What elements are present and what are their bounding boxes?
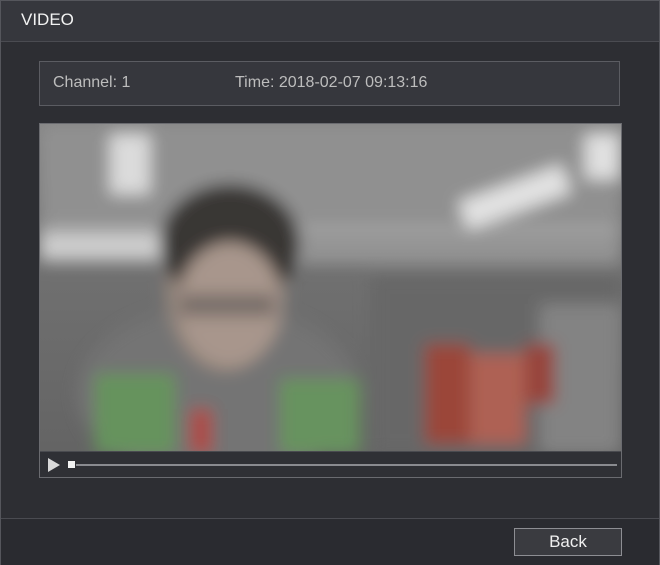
video-image <box>40 124 621 451</box>
video-player <box>39 123 622 478</box>
back-button[interactable]: Back <box>514 528 622 556</box>
stop-icon[interactable] <box>68 461 75 468</box>
playback-controls <box>40 451 621 477</box>
play-icon[interactable] <box>48 458 60 472</box>
title-bar: VIDEO <box>1 1 659 42</box>
footer: Back <box>1 518 659 565</box>
video-frame <box>40 124 621 451</box>
dialog-title: VIDEO <box>21 10 74 29</box>
channel-label: Channel: 1 <box>53 74 131 91</box>
progress-bar[interactable] <box>76 464 617 466</box>
video-dialog: VIDEO Channel: 1 Time: 2018-02-07 09:13:… <box>0 0 660 565</box>
info-bar: Channel: 1 Time: 2018-02-07 09:13:16 <box>39 61 620 106</box>
timestamp-label: Time: 2018-02-07 09:13:16 <box>235 74 428 91</box>
